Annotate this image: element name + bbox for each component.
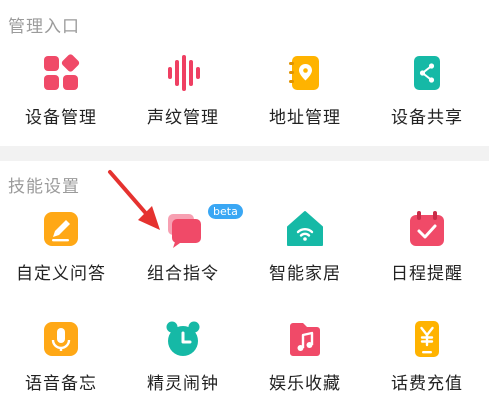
device-sharing-item[interactable]: 设备共享 bbox=[366, 53, 488, 153]
microphone-icon bbox=[41, 319, 81, 359]
entertainment-favorites-item[interactable]: 娱乐收藏 bbox=[244, 319, 366, 419]
share-icon bbox=[407, 53, 447, 93]
voiceprint-icon bbox=[163, 53, 203, 93]
label-alarm-clock: 精灵闹钟 bbox=[147, 374, 219, 394]
label-device-management: 设备管理 bbox=[25, 108, 97, 128]
skills-section: 技能设置 自定义问答 beta 组合指令 智能家居 日程提醒 语音备忘 精灵闹钟… bbox=[0, 161, 489, 415]
combo-command-item[interactable]: beta 组合指令 bbox=[122, 204, 244, 309]
label-phone-recharge: 话费充值 bbox=[391, 374, 463, 394]
alarm-clock-item[interactable]: 精灵闹钟 bbox=[122, 319, 244, 419]
smart-home-icon bbox=[285, 209, 325, 249]
schedule-reminder-item[interactable]: 日程提醒 bbox=[366, 209, 488, 309]
label-smart-home: 智能家居 bbox=[269, 264, 341, 284]
address-book-icon bbox=[285, 53, 325, 93]
device-management-item[interactable]: 设备管理 bbox=[0, 53, 122, 153]
section-title-skills: 技能设置 bbox=[8, 177, 80, 197]
management-section: 管理入口 设备管理 声纹管理 地址管理 设备共享 bbox=[0, 0, 489, 146]
music-note-icon bbox=[285, 319, 325, 359]
label-address-management: 地址管理 bbox=[269, 108, 341, 128]
label-custom-qa: 自定义问答 bbox=[16, 264, 106, 284]
section-divider bbox=[0, 146, 489, 161]
label-combo-command: 组合指令 bbox=[147, 264, 219, 284]
address-management-item[interactable]: 地址管理 bbox=[244, 53, 366, 153]
label-voiceprint-management: 声纹管理 bbox=[147, 108, 219, 128]
label-schedule-reminder: 日程提醒 bbox=[391, 264, 463, 284]
smart-home-item[interactable]: 智能家居 bbox=[244, 209, 366, 309]
section-title-manage: 管理入口 bbox=[8, 17, 80, 37]
voiceprint-management-item[interactable]: 声纹管理 bbox=[122, 53, 244, 153]
calendar-check-icon bbox=[407, 209, 447, 249]
device-grid-icon bbox=[41, 53, 81, 93]
phone-recharge-item[interactable]: 话费充值 bbox=[366, 319, 488, 419]
label-entertainment-favorites: 娱乐收藏 bbox=[269, 374, 341, 394]
phone-recharge-icon bbox=[407, 319, 447, 359]
label-device-sharing: 设备共享 bbox=[391, 108, 463, 128]
beta-badge: beta bbox=[208, 204, 243, 219]
custom-qa-item[interactable]: 自定义问答 bbox=[0, 209, 122, 309]
alarm-clock-icon bbox=[163, 319, 203, 359]
voice-memo-item[interactable]: 语音备忘 bbox=[0, 319, 122, 419]
chat-bubbles-icon bbox=[163, 209, 203, 249]
edit-icon bbox=[41, 209, 81, 249]
label-voice-memo: 语音备忘 bbox=[25, 374, 97, 394]
